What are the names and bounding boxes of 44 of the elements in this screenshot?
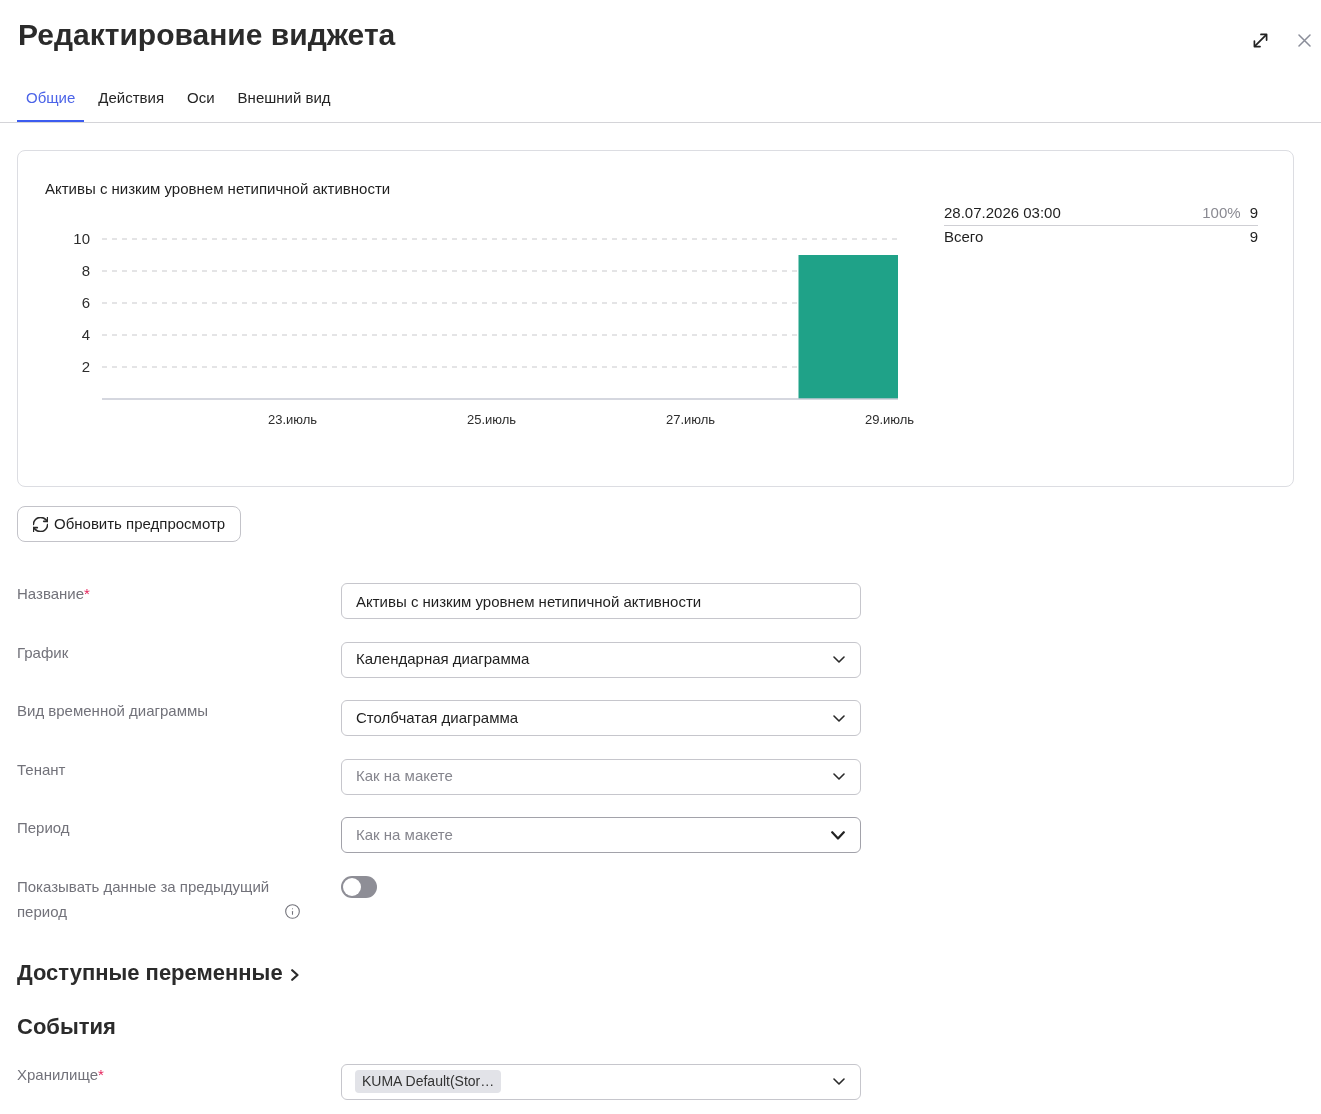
chart-title: Активы с низким уровнем нетипичной активности	[45, 179, 391, 199]
y-axis-label: 8	[81, 262, 90, 279]
total-label: Всего	[944, 227, 984, 247]
y-axis-label: 4	[81, 326, 90, 343]
tab[interactable]: Действия	[89, 76, 174, 122]
x-axis-label: 27.июль	[666, 412, 716, 427]
tab[interactable]: Внешний вид	[228, 76, 340, 122]
y-axis-label: 6	[81, 294, 90, 311]
field-label: Хранилище	[17, 1065, 98, 1083]
required-mark: *	[84, 585, 90, 602]
section-heading: События	[17, 1012, 116, 1041]
total-value: 9	[1249, 227, 1258, 247]
dropdown[interactable]: Как на макете	[341, 817, 861, 853]
x-axis-label: 29.июль	[865, 412, 915, 427]
field-label: Показывать данные за предыдущий период	[17, 876, 271, 922]
field-label: График	[17, 643, 69, 661]
x-axis-label: 25.июль	[467, 412, 517, 427]
field-label: Период	[17, 819, 70, 836]
section-heading-toggle[interactable]: Доступные переменные	[17, 958, 299, 987]
legend-date: 28.07.2026 03:00	[944, 203, 1061, 223]
dropdown[interactable]: KUMA Default(Stor…	[341, 1063, 861, 1100]
y-axis-label: 10	[73, 230, 90, 247]
field-label: Название	[17, 585, 85, 602]
field-label: Тенант	[17, 760, 66, 778]
x-axis-label: 23.июль	[268, 412, 318, 427]
dialog-title: Редактирование виджета	[18, 17, 396, 53]
text-input[interactable]: Активы с низким уровнем нетипичной активности	[341, 583, 861, 619]
info-icon[interactable]	[285, 903, 300, 919]
y-axis-label: 2	[81, 358, 90, 375]
dropdown[interactable]: Как на макете	[341, 758, 861, 795]
dropdown[interactable]: Столбчатая диаграмма	[341, 700, 861, 736]
tag-chip: KUMA Default(Stor…	[355, 1070, 502, 1093]
tab[interactable]: Оси	[178, 76, 224, 122]
required-mark: *	[98, 1065, 104, 1083]
toggle-switch[interactable]	[341, 875, 377, 898]
field-label: Вид временной диаграммы	[17, 702, 209, 719]
legend-percent: 100%	[1202, 203, 1241, 223]
expand-icon[interactable]	[1253, 33, 1268, 48]
close-icon[interactable]	[1298, 34, 1311, 47]
legend-value: 9	[1249, 203, 1258, 223]
refresh-preview-button[interactable]: Обновить предпросмотр	[17, 506, 242, 542]
refresh-icon	[33, 516, 48, 532]
tab[interactable]: Общие	[17, 76, 85, 122]
dropdown[interactable]: Календарная диаграмма	[341, 641, 861, 678]
